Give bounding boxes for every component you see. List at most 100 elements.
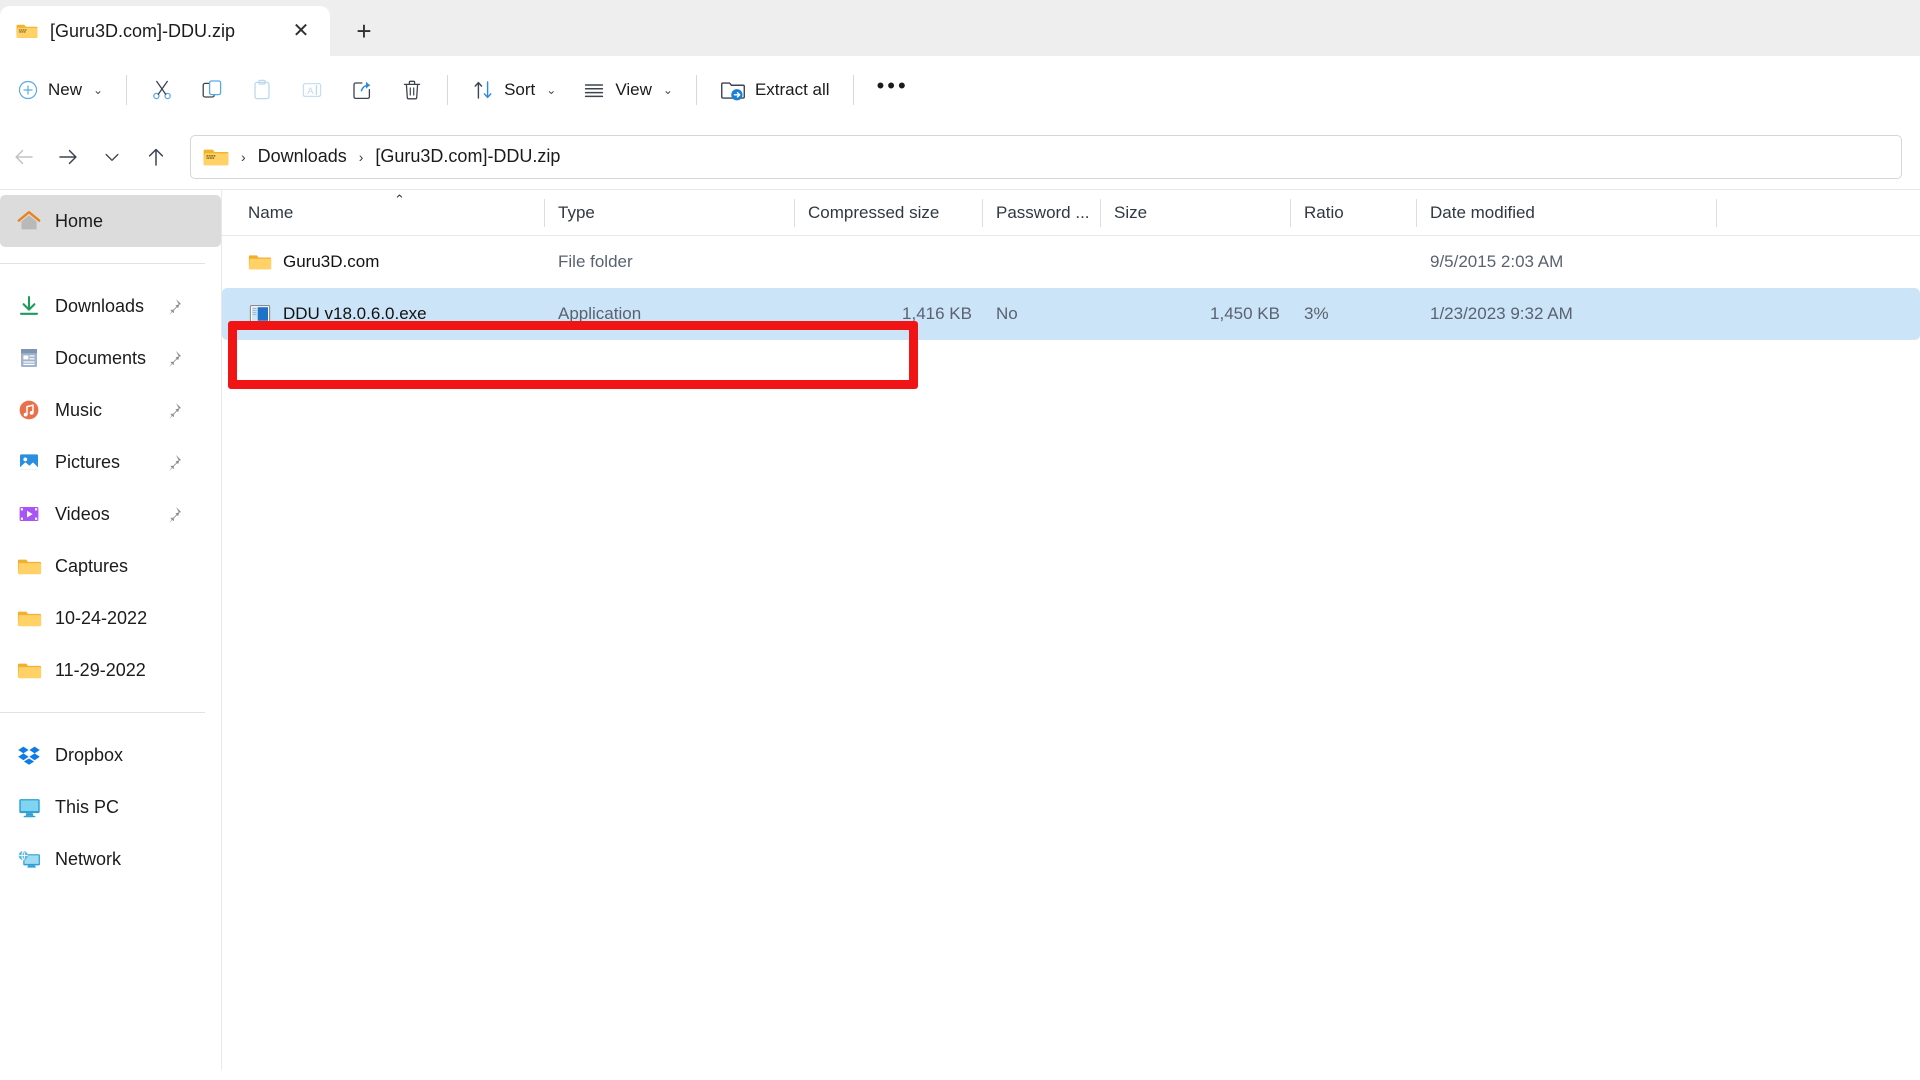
folder-icon	[248, 255, 272, 270]
file-list-pane: ⌃ Name Type Compressed size Password ...…	[222, 190, 1920, 1070]
sort-ascending-icon: ⌃	[394, 191, 405, 207]
column-header-type[interactable]: Type	[544, 190, 794, 236]
sort-button[interactable]: Sort ⌄	[458, 67, 569, 113]
navigation-sidebar: Home Downloads Documents Music Pictures …	[0, 190, 222, 1070]
address-bar: › Downloads › [Guru3D.com]-DDU.zip	[0, 124, 1920, 190]
pin-icon[interactable]	[165, 349, 183, 367]
table-row[interactable]: Guru3D.com File folder 9/5/2015 2:03 AM	[222, 236, 1920, 288]
tab-guru3d-ddu-zip[interactable]: [Guru3D.com]-DDU.zip ✕	[0, 6, 330, 56]
dropbox-icon	[16, 743, 42, 767]
copy-icon	[202, 80, 222, 98]
svg-text:A: A	[307, 86, 314, 97]
column-header-password[interactable]: Password ...	[982, 190, 1100, 236]
sidebar-item-network[interactable]: Network	[0, 833, 221, 885]
more-options-button[interactable]: •••	[864, 67, 922, 113]
sidebar-item-home[interactable]: Home	[0, 195, 221, 247]
cell-type: Application	[558, 304, 642, 323]
extract-all-button[interactable]: Extract all	[707, 67, 843, 113]
toolbar-divider-4	[852, 75, 854, 105]
column-header-label: Date modified	[1430, 202, 1535, 222]
column-header-label: Size	[1114, 202, 1148, 222]
extract-folder-icon	[720, 82, 745, 101]
sidebar-item-label: Videos	[55, 503, 110, 524]
share-icon	[353, 81, 371, 100]
sort-arrows-icon	[474, 81, 492, 99]
delete-button[interactable]	[387, 67, 437, 113]
cell-type: File folder	[558, 252, 633, 271]
sidebar-item-music[interactable]: Music	[0, 384, 221, 436]
forward-button[interactable]	[46, 135, 90, 179]
column-header-compressed-size[interactable]: Compressed size	[794, 190, 982, 236]
sidebar-item-pictures[interactable]: Pictures	[0, 436, 221, 488]
column-header-ratio[interactable]: Ratio	[1290, 190, 1416, 236]
file-name-label: Guru3D.com	[283, 252, 380, 271]
view-button[interactable]: View ⌄	[569, 67, 686, 113]
sidebar-item-label: Downloads	[55, 295, 145, 316]
sidebar-item-11-29-2022[interactable]: 11-29-2022	[0, 644, 221, 696]
back-button[interactable]	[2, 135, 46, 179]
column-header-label: Ratio	[1304, 202, 1344, 222]
sidebar-item-label: Documents	[55, 347, 147, 368]
cell-compressed-size	[794, 236, 982, 288]
trash-icon	[403, 80, 421, 100]
cut-button[interactable]	[137, 67, 187, 113]
new-tab-icon[interactable]: +	[344, 11, 384, 51]
arrow-left-icon	[15, 149, 33, 164]
plus-circle-icon	[18, 80, 38, 100]
rename-button[interactable]: A	[287, 67, 337, 113]
home-icon	[16, 208, 42, 234]
sidebar-item-videos[interactable]: Videos	[0, 488, 221, 540]
pin-icon[interactable]	[165, 401, 183, 419]
column-header-size[interactable]: Size	[1100, 190, 1290, 236]
command-toolbar: New ⌄ A Sort ⌄ View ⌄ Extract all •••	[0, 56, 1920, 124]
new-button-label: New	[48, 80, 83, 99]
copy-button[interactable]	[187, 67, 237, 113]
cell-password: No	[996, 304, 1018, 323]
cell-date-modified: 9/5/2015 2:03 AM	[1430, 252, 1564, 271]
view-button-label: View	[615, 80, 652, 99]
sidebar-item-captures[interactable]: Captures	[0, 540, 221, 592]
table-row[interactable]: DDU v18.0.6.0.exe Application 1,416 KB N…	[222, 288, 1920, 340]
pin-icon[interactable]	[165, 297, 183, 315]
sidebar-item-label: This PC	[55, 796, 120, 817]
sidebar-item-label: 10-24-2022	[55, 607, 148, 628]
sidebar-item-10-24-2022[interactable]: 10-24-2022	[0, 592, 221, 644]
column-header-date-modified[interactable]: Date modified	[1416, 190, 1676, 236]
sidebar-item-dropbox[interactable]: Dropbox	[0, 729, 221, 781]
breadcrumb-item-downloads[interactable]: Downloads	[258, 146, 347, 167]
arrow-up-icon	[148, 148, 164, 166]
cell-date-modified: 1/23/2023 9:32 AM	[1430, 304, 1573, 323]
music-icon	[16, 398, 42, 422]
column-headers: ⌃ Name Type Compressed size Password ...…	[222, 190, 1920, 236]
breadcrumb-item-current[interactable]: [Guru3D.com]-DDU.zip	[375, 146, 560, 167]
pin-icon[interactable]	[165, 453, 183, 471]
column-header-name[interactable]: ⌃ Name	[234, 190, 544, 236]
paste-button[interactable]	[237, 67, 287, 113]
chevron-down-icon: ⌄	[93, 83, 104, 97]
zip-folder-icon	[16, 24, 38, 38]
breadcrumb[interactable]: › Downloads › [Guru3D.com]-DDU.zip	[190, 134, 1902, 179]
column-header-label: Name	[248, 202, 294, 222]
application-exe-icon	[249, 305, 271, 323]
cell-compressed-size: 1,416 KB	[902, 304, 972, 323]
pin-icon[interactable]	[165, 505, 183, 523]
up-button[interactable]	[134, 135, 178, 179]
sidebar-item-downloads[interactable]: Downloads	[0, 280, 221, 332]
cell-name: DDU v18.0.6.0.exe	[234, 288, 544, 340]
sidebar-item-label: Music	[55, 399, 103, 420]
share-button[interactable]	[337, 67, 387, 113]
column-divider-end	[1716, 199, 1717, 227]
downloads-icon	[16, 294, 42, 318]
sidebar-item-documents[interactable]: Documents	[0, 332, 221, 384]
chevron-down-icon: ⌄	[662, 83, 673, 97]
sidebar-item-this-pc[interactable]: This PC	[0, 781, 221, 833]
scissors-icon	[153, 80, 171, 100]
sort-button-label: Sort	[504, 80, 536, 99]
close-icon[interactable]: ✕	[286, 16, 316, 46]
new-button[interactable]: New ⌄	[4, 67, 116, 113]
sidebar-item-label: 11-29-2022	[55, 659, 146, 680]
folder-icon	[16, 658, 42, 683]
main-body: Home Downloads Documents Music Pictures …	[0, 190, 1920, 1070]
documents-icon	[16, 346, 42, 370]
recent-locations-button[interactable]	[90, 135, 134, 179]
